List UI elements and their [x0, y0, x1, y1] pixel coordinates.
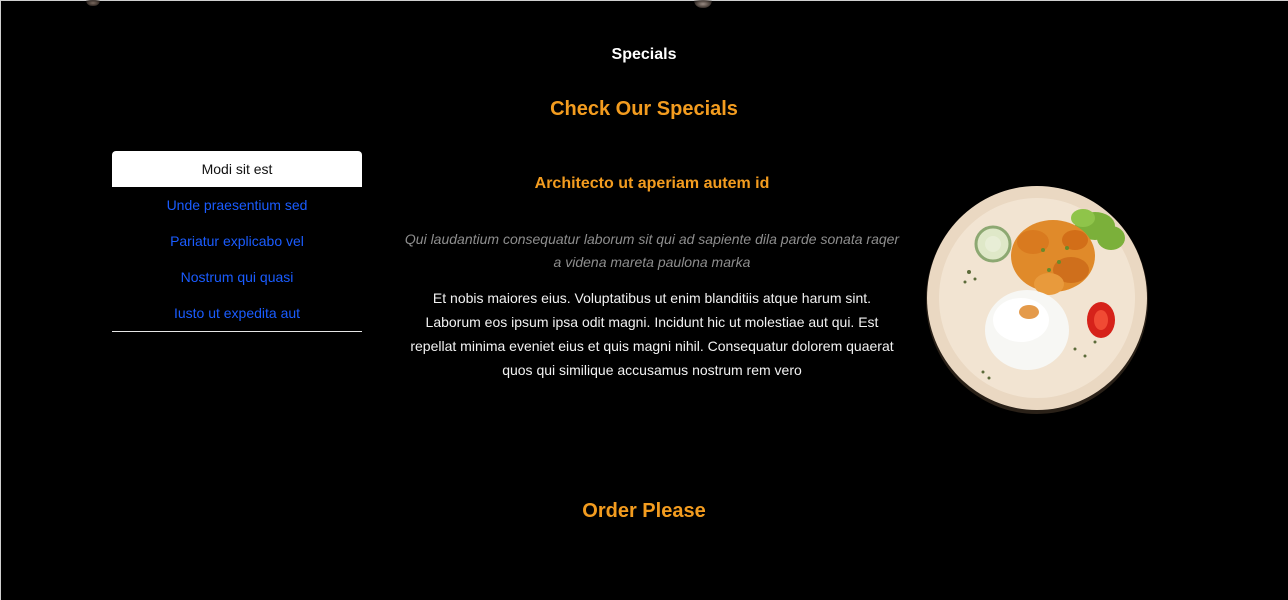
tab-iusto-ut-expedita-aut[interactable]: Iusto ut expedita aut [112, 295, 362, 331]
dish-intro: Qui laudantium consequatur laborum sit q… [404, 231, 900, 270]
dish-description: Et nobis maiores eius. Voluptatibus ut e… [410, 290, 894, 378]
specials-tab-list: Modi sit est Unde praesentium sed Pariat… [112, 151, 362, 332]
order-section-title: Order Please [582, 500, 706, 522]
section-label: Specials [611, 46, 677, 63]
tab-modi-sit-est[interactable]: Modi sit est [112, 151, 362, 187]
tab-pariatur-explicabo-vel[interactable]: Pariatur explicabo vel [112, 223, 362, 259]
section-title: Check Our Specials [550, 98, 738, 120]
food-plate-icon [926, 186, 1148, 414]
dish-title: Architecto ut aperiam autem id [534, 175, 770, 192]
special-dish-details: Architecto ut aperiam autem id Qui lauda… [404, 170, 900, 382]
food-plate-image [925, 184, 1149, 414]
tab-nostrum-qui-quasi[interactable]: Nostrum qui quasi [112, 259, 362, 295]
tab-unde-praesentium-sed[interactable]: Unde praesentium sed [112, 187, 362, 223]
